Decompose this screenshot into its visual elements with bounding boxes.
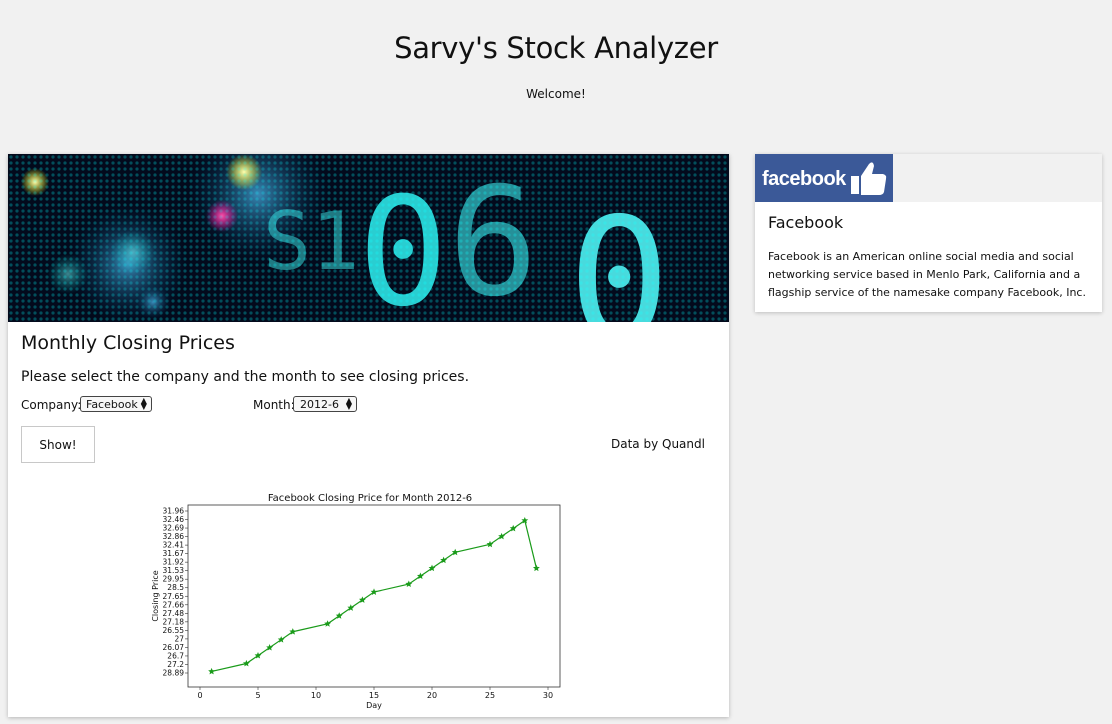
company-label: Company:	[21, 398, 82, 412]
company-select[interactable]: Facebook ▲ ▼	[80, 396, 152, 412]
logo-strip	[893, 154, 1102, 202]
closing-price-chart: Facebook Closing Price for Month 2012-6 …	[151, 493, 561, 710]
main-card: S1 0 6 0 Monthly Closing Prices Please s…	[8, 154, 729, 717]
y-tick-label: 31.92	[163, 558, 185, 567]
y-axis-label: Closing Price	[151, 570, 160, 621]
company-info-card: facebook Facebook Facebook is an America…	[755, 154, 1102, 312]
y-tick-label: 27.2	[167, 660, 184, 669]
page-title: Sarvy's Stock Analyzer	[394, 31, 718, 65]
welcome-text: Welcome!	[526, 87, 586, 101]
stock-ticker-banner-image: S1 0 6 0	[8, 154, 729, 322]
x-axis-label: Day	[366, 701, 382, 710]
y-tick-label: 32.86	[163, 532, 185, 541]
thumbs-up-icon	[851, 162, 887, 195]
facebook-logo: facebook	[755, 154, 893, 202]
y-tick-label: 31.53	[163, 566, 185, 575]
x-tick-label: 30	[543, 691, 553, 700]
company-description: Facebook is an American online social me…	[768, 250, 1086, 299]
month-select[interactable]: 2012-6 ▲ ▼	[293, 396, 357, 412]
month-label: Month:	[253, 398, 295, 412]
facebook-logo-wordmark: facebook	[762, 168, 846, 190]
data-credit: Data by Quandl	[611, 437, 705, 451]
y-tick-label: 32.69	[163, 524, 185, 533]
y-tick-label: 27.65	[163, 592, 185, 601]
month-select-value: 2012-6	[300, 397, 339, 411]
banner-graphic: S1 0 6 0	[8, 154, 729, 322]
x-tick-label: 0	[197, 691, 202, 700]
x-tick-label: 20	[427, 691, 437, 700]
y-tick-label: 32.41	[163, 541, 185, 550]
y-tick-label: 26.07	[163, 643, 185, 652]
show-button[interactable]: Show!	[21, 426, 95, 463]
select-arrows-icon: ▲ ▼	[345, 396, 352, 411]
select-arrows-icon: ▲ ▼	[140, 396, 147, 411]
y-tick-label: 27.18	[163, 617, 185, 626]
y-tick-label: 32.46	[163, 515, 185, 524]
company-select-value: Facebook	[86, 397, 138, 411]
company-title: Facebook	[768, 213, 844, 232]
plot-area	[187, 504, 561, 688]
y-tick-label: 31.67	[163, 549, 185, 558]
y-tick-label: 28.89	[163, 669, 185, 678]
x-tick-label: 10	[311, 691, 321, 700]
x-tick-label: 5	[255, 691, 260, 700]
y-tick-label: 27	[174, 634, 184, 643]
y-tick-label: 26.7	[167, 651, 184, 660]
y-tick-label: 27.48	[163, 609, 185, 618]
x-tick-label: 25	[485, 691, 495, 700]
y-tick-label: 31.96	[163, 507, 185, 516]
y-tick-label: 29.95	[163, 575, 185, 584]
instructions-text: Please select the company and the month …	[21, 369, 470, 385]
chart-title: Facebook Closing Price for Month 2012-6	[268, 493, 472, 504]
x-tick-label: 15	[369, 691, 379, 700]
y-tick-label: 27.66	[163, 600, 185, 609]
y-tick-label: 26.55	[163, 626, 185, 635]
y-tick-label: 28.5	[167, 583, 184, 592]
section-title: Monthly Closing Prices	[21, 332, 235, 354]
